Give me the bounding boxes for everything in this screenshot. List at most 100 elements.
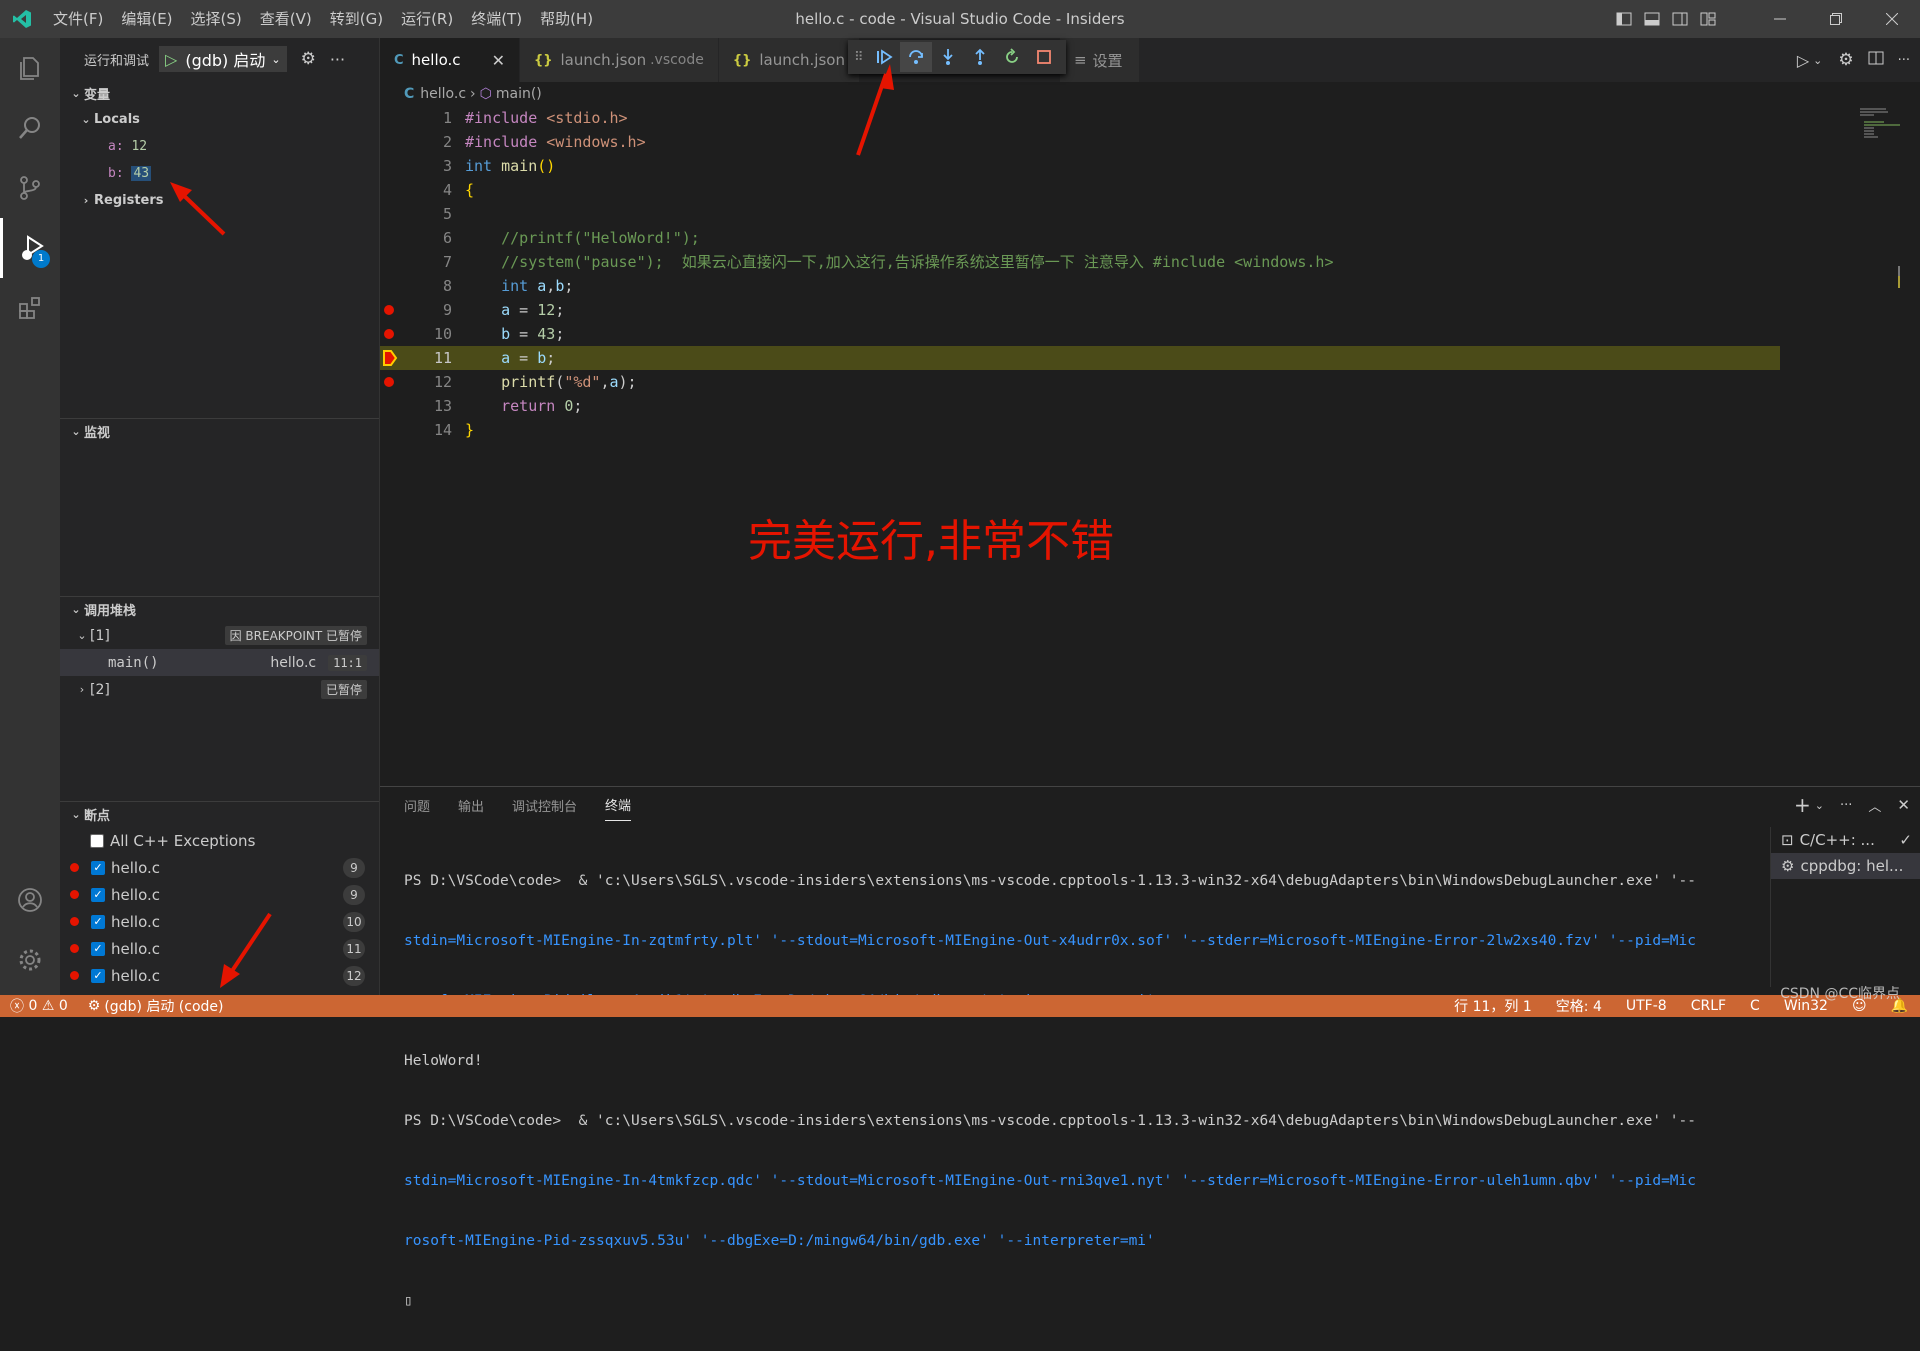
variable-row[interactable]: a: 12 <box>60 133 379 160</box>
exception-checkbox[interactable] <box>90 833 104 848</box>
locals-scope[interactable]: ⌄ Locals <box>60 106 379 133</box>
debug-status[interactable]: ⚙ (gdb) 启动 (code) <box>78 996 234 1016</box>
tab-problems[interactable]: 问题 <box>404 790 430 821</box>
stop-icon[interactable] <box>1028 42 1060 72</box>
close-panel-icon[interactable]: ✕ <box>1897 796 1910 814</box>
function-cube-icon: ⬡ <box>479 86 492 102</box>
watch-section-header[interactable]: ⌄ 监视 <box>60 418 379 444</box>
search-icon[interactable] <box>0 98 60 158</box>
terminal-output[interactable]: PS D:\VSCode\code> & 'c:\Users\SGLS\.vsc… <box>404 831 1920 1351</box>
menu-help[interactable]: 帮助(H) <box>531 0 602 38</box>
restart-icon[interactable] <box>996 42 1028 72</box>
breakpoint-checkbox[interactable]: ✓ <box>91 914 105 929</box>
c-file-icon: C <box>394 52 404 68</box>
restore-icon[interactable] <box>1808 0 1864 38</box>
problems-status[interactable]: ⓧ 0 ⚠ 0 <box>0 996 78 1016</box>
breadcrumb-file[interactable]: hello.c <box>420 86 466 102</box>
breakpoint-checkbox[interactable]: ✓ <box>91 860 105 875</box>
terminal-item[interactable]: ⚙ cppdbg: hel... <box>1771 853 1920 879</box>
breakpoint-row[interactable]: ✓ hello.c 9 <box>60 881 379 908</box>
gear-icon[interactable]: ⚙ <box>1838 50 1853 70</box>
terminal-line: rosoft-MIEngine-Pid-zssqxuv5.53u' '--dbg… <box>404 1233 1155 1249</box>
step-out-icon[interactable] <box>964 42 996 72</box>
breakpoints-section-header[interactable]: ⌄ 断点 <box>60 801 379 827</box>
tab-settings[interactable]: ≡ 设置 <box>1059 38 1140 82</box>
menu-run[interactable]: 运行(R) <box>392 0 462 38</box>
extensions-icon[interactable] <box>0 278 60 338</box>
tab-terminal[interactable]: 终端 <box>605 789 632 821</box>
stack-frame-row[interactable]: main() hello.c 11:1 <box>60 649 379 676</box>
chevron-down-icon: ⌄ <box>271 52 281 66</box>
thread-row[interactable]: › [2] 已暂停 <box>60 676 379 703</box>
manage-gear-icon[interactable] <box>0 930 60 990</box>
debug-launch-icon: ⚙ <box>87 998 101 1014</box>
toggle-panel-icon[interactable] <box>1638 0 1666 38</box>
tab-hello-c[interactable]: Chello.c ✕ <box>380 38 520 82</box>
more-actions-icon[interactable]: ··· <box>330 50 345 69</box>
split-editor-icon[interactable] <box>1868 50 1884 70</box>
breakpoint-dot-icon[interactable] <box>384 305 394 315</box>
account-icon[interactable] <box>0 870 60 930</box>
code-line: 13 return 0; <box>433 397 583 415</box>
tab-debug-console[interactable]: 调试控制台 <box>512 790 577 821</box>
menu-view[interactable]: 查看(V) <box>251 0 321 38</box>
breakpoint-file: hello.c <box>111 885 160 904</box>
step-over-icon[interactable] <box>899 42 932 72</box>
language-mode[interactable]: C <box>1738 998 1772 1014</box>
code-editor[interactable]: 1 #include <stdio.h> 2 #include <windows.h… <box>380 106 1780 786</box>
indentation[interactable]: 空格: 4 <box>1544 996 1614 1016</box>
frame-position-badge: 11:1 <box>328 654 367 671</box>
close-tab-icon[interactable]: ✕ <box>478 51 505 70</box>
breakpoint-checkbox[interactable]: ✓ <box>91 887 105 902</box>
breakpoint-dot-icon[interactable] <box>384 377 394 387</box>
close-window-icon[interactable] <box>1864 0 1920 38</box>
debug-settings-gear-icon[interactable]: ⚙ <box>301 49 316 69</box>
breakpoint-checkbox[interactable]: ✓ <box>91 968 105 983</box>
cursor-position[interactable]: 行 11，列 1 <box>1442 996 1544 1016</box>
code-line: 9 a = 12; <box>380 298 1780 322</box>
terminal-item-label: C/C++: ... <box>1799 831 1875 849</box>
explorer-icon[interactable] <box>0 38 60 98</box>
menu-edit[interactable]: 编辑(E) <box>112 0 181 38</box>
menu-terminal[interactable]: 终端(T) <box>462 0 531 38</box>
customize-layout-icon[interactable] <box>1694 0 1722 38</box>
variables-section-header[interactable]: ⌄ 变量 <box>60 80 379 106</box>
menu-go[interactable]: 转到(G) <box>321 0 392 38</box>
encoding[interactable]: UTF-8 <box>1614 998 1679 1014</box>
breakpoint-checkbox[interactable]: ✓ <box>91 941 105 956</box>
tab-launch-json-2[interactable]: {} launch.json <box>718 38 860 82</box>
tab-launch-json[interactable]: {} launch.json .vscode <box>520 38 719 82</box>
toggle-secondary-sidebar-icon[interactable] <box>1666 0 1694 38</box>
tab-output[interactable]: 输出 <box>458 790 484 821</box>
terminal-item[interactable]: ⊡ C/C++: ... ✓ <box>1771 827 1920 853</box>
thread-label: [1] <box>90 627 110 644</box>
run-play-icon[interactable]: ▷ <box>1797 51 1809 70</box>
more-actions-icon[interactable]: ··· <box>1898 53 1910 68</box>
tab-label: launch.json <box>560 51 647 69</box>
breadcrumb-symbol[interactable]: main() <box>496 86 542 102</box>
menu-selection[interactable]: 选择(S) <box>182 0 251 38</box>
code-line: 7 //system("pause"); 如果云心直接闪一下,加入这行,告诉操作… <box>442 253 1334 271</box>
toggle-sidebar-icon[interactable] <box>1610 0 1638 38</box>
step-into-icon[interactable] <box>932 42 964 72</box>
chevron-down-icon[interactable]: ⌄ <box>1813 54 1822 67</box>
minimize-icon[interactable] <box>1752 0 1808 38</box>
breakpoint-row[interactable]: ✓ hello.c 9 <box>60 854 379 881</box>
menu-file[interactable]: 文件(F) <box>44 0 112 38</box>
start-debug-icon[interactable]: ▷ <box>165 50 177 69</box>
end-of-line[interactable]: CRLF <box>1679 998 1738 1014</box>
callstack-section-header[interactable]: ⌄ 调用堆栈 <box>60 596 379 622</box>
more-actions-icon[interactable]: ··· <box>1840 798 1852 813</box>
run-config-select[interactable]: ▷ (gdb) 启动 ⌄ <box>159 46 287 72</box>
add-terminal-icon[interactable]: + <box>1794 793 1811 817</box>
chevron-down-icon[interactable]: ⌄ <box>1815 799 1824 812</box>
thread-row[interactable]: ⌄ [1] 因 BREAKPOINT 已暂停 <box>60 622 379 649</box>
run-debug-icon[interactable]: 1 <box>0 218 60 278</box>
source-control-icon[interactable] <box>0 158 60 218</box>
minimap[interactable] <box>1780 106 1920 786</box>
annotation-text: 完美运行,非常不错 <box>748 516 1114 567</box>
breakpoint-dot-icon[interactable] <box>384 329 394 339</box>
exception-breakpoint-row[interactable]: All C++ Exceptions <box>60 827 379 854</box>
maximize-panel-icon[interactable]: ︿ <box>1868 796 1881 815</box>
menu-bar: 文件(F) 编辑(E) 选择(S) 查看(V) 转到(G) 运行(R) 终端(T… <box>44 0 602 38</box>
